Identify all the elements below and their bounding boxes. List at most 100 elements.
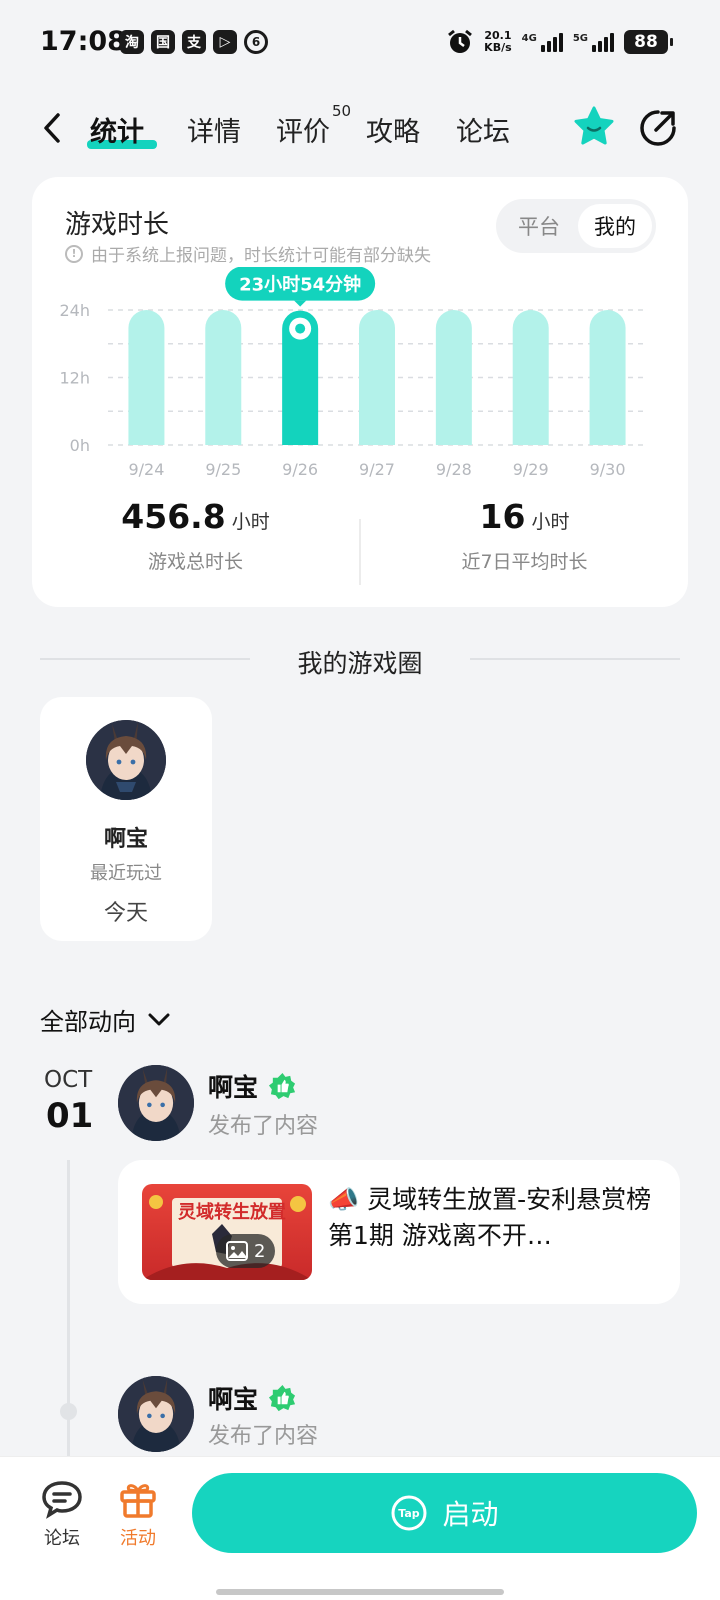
x-tick-label: 9/28: [436, 460, 472, 479]
tab-guides[interactable]: 攻略: [366, 110, 420, 149]
player-name: 啊宝: [103, 827, 148, 852]
speed-unit: KB/s: [484, 41, 512, 54]
game-circle-title: 我的游戏圈: [297, 649, 423, 678]
feed-user-2: 啊宝: [208, 1380, 297, 1416]
player-avatar: [86, 720, 166, 800]
gift-icon: [120, 1484, 156, 1518]
tab-forum[interactable]: 论坛: [456, 110, 510, 149]
app-icon: 国: [151, 30, 175, 54]
feed-user-name[interactable]: 啊宝: [208, 1068, 258, 1104]
image-icon: [226, 1241, 248, 1261]
total-playtime: 456.8 小时: [32, 497, 359, 536]
tooltip-pointer: [294, 300, 307, 307]
date-month: OCT: [44, 1067, 93, 1093]
forum-button[interactable]: 论坛: [22, 1479, 102, 1550]
playtime-bar-chart: 0h 12h 24h 9/24 9/25 9/26 23小时54分钟 9/27 9/28 9/29…: [60, 267, 646, 479]
x-tick-label: 9/26: [282, 460, 318, 479]
back-icon[interactable]: [38, 110, 68, 146]
tab-details[interactable]: 详情: [187, 110, 241, 149]
video-app-icon: ▷: [213, 30, 237, 54]
total-value: 456.8: [121, 497, 226, 536]
y-tick-label: 12h: [60, 369, 91, 388]
signal-5g-icon: 5G: [572, 32, 614, 52]
review-count-badge: 50: [332, 102, 352, 120]
avg-label: 近7日平均时长: [461, 551, 588, 573]
signal-4g-icon: 4G: [521, 32, 563, 52]
bar-9-29: [512, 310, 549, 445]
activity-filter-dropdown[interactable]: 全部动向: [40, 1002, 170, 1037]
favorite-star-icon[interactable]: [572, 106, 616, 148]
feed-avatar-2[interactable]: [118, 1376, 194, 1452]
network-speed: 20.1 KB/s: [484, 30, 511, 54]
feed-user-name-2[interactable]: 啊宝: [208, 1380, 258, 1416]
x-tick-label: 9/29: [513, 460, 549, 479]
status-indicators: 20.1 KB/s 4G 5G 88: [446, 28, 673, 56]
avg-value: 16: [479, 497, 526, 536]
alarm-icon: [448, 29, 473, 53]
x-tick-label: 9/27: [359, 460, 395, 479]
forum-chat-icon: [42, 1481, 82, 1519]
total-label: 游戏总时长: [147, 551, 243, 573]
filter-label: 全部动向: [40, 1008, 136, 1036]
feed-action: 发布了内容: [208, 1114, 319, 1139]
avg-playtime: 16 小时: [361, 497, 688, 536]
feed-user: 啊宝: [208, 1068, 297, 1104]
tooltip-text: 23小时54分钟: [239, 274, 361, 296]
image-count-badge: 2: [216, 1234, 276, 1268]
feed-action-2: 发布了内容: [208, 1424, 319, 1449]
chevron-down-icon: [148, 1013, 170, 1025]
note-text: 由于系统上报问题，时长统计可能有部分缺失: [91, 246, 431, 266]
x-tick-label: 9/24: [128, 460, 164, 479]
bar-9-25: [205, 310, 242, 445]
battery-icon: 88: [624, 30, 673, 54]
toggle-platform[interactable]: 平台: [504, 204, 574, 248]
taobao-app-icon: 淘: [120, 30, 144, 54]
image-count: 2: [254, 1240, 266, 1262]
highlight-dot-inner: [295, 323, 306, 334]
taptap-logo-text: Tap: [399, 1507, 421, 1520]
source-toggle: 平台 我的: [496, 199, 656, 253]
share-icon[interactable]: [638, 108, 678, 148]
post-title: 📣 灵域转生放置-安利悬赏榜第1期 游戏离不开…: [328, 1185, 652, 1250]
data-missing-note: ! 由于系统上报问题，时长统计可能有部分缺失: [65, 241, 431, 266]
player-recent-label: 最近玩过: [90, 863, 162, 884]
net-label-5g: 5G: [572, 32, 588, 44]
bar-9-27: [359, 310, 395, 445]
x-tick-label: 9/25: [205, 460, 241, 479]
feed-avatar[interactable]: [118, 1065, 194, 1141]
launch-button[interactable]: Tap 启动: [192, 1473, 697, 1553]
y-tick-label: 0h: [70, 436, 90, 455]
tab-reviews[interactable]: 评价: [276, 110, 330, 149]
clock: 17:08: [40, 26, 126, 57]
thumbnail-title: 灵域转生放置: [178, 1201, 286, 1223]
date-day: 01: [46, 1096, 94, 1136]
status-bar: 17:08 淘 国 支 ▷ 6 20.1 KB/s 4G 5G 88: [0, 0, 720, 88]
netease-app-icon: 6: [244, 30, 268, 54]
bottom-action-bar: 论坛 活动 Tap 启动: [0, 1456, 720, 1600]
launch-label: 启动: [442, 1498, 499, 1531]
verified-thumb-icon: [268, 1384, 296, 1411]
bar-9-28: [435, 310, 472, 445]
card-title: 游戏时长: [65, 210, 170, 240]
avg-unit: 小时: [531, 511, 570, 533]
x-tick-label: 9/30: [590, 460, 626, 479]
notification-icons: 淘 国 支 ▷ 6: [120, 30, 268, 54]
alipay-app-icon: 支: [182, 30, 206, 54]
taptap-logo-icon: Tap: [391, 1495, 427, 1531]
verified-thumb-icon: [268, 1072, 296, 1099]
forum-label: 论坛: [44, 1528, 80, 1549]
y-tick-label: 24h: [60, 301, 91, 320]
net-label-4g: 4G: [521, 32, 537, 44]
bar-9-24: [128, 310, 165, 445]
tab-stats[interactable]: 统计: [90, 110, 144, 149]
player-card[interactable]: 啊宝 最近玩过 今天: [40, 697, 212, 941]
total-unit: 小时: [231, 511, 270, 533]
playtime-card: 游戏时长 ! 由于系统上报问题，时长统计可能有部分缺失 平台 我的 0h 12h 2…: [32, 177, 688, 607]
bar-9-30: [589, 310, 626, 445]
event-button[interactable]: 活动: [98, 1479, 178, 1550]
post-card[interactable]: 灵域转生放置 2 📣 灵域转生放置-安利悬赏榜第1期 游戏离不开…: [118, 1160, 680, 1304]
toggle-mine[interactable]: 我的: [578, 204, 652, 248]
home-indicator[interactable]: [216, 1589, 504, 1595]
event-label: 活动: [120, 1528, 156, 1549]
timeline-dot: [60, 1403, 77, 1420]
